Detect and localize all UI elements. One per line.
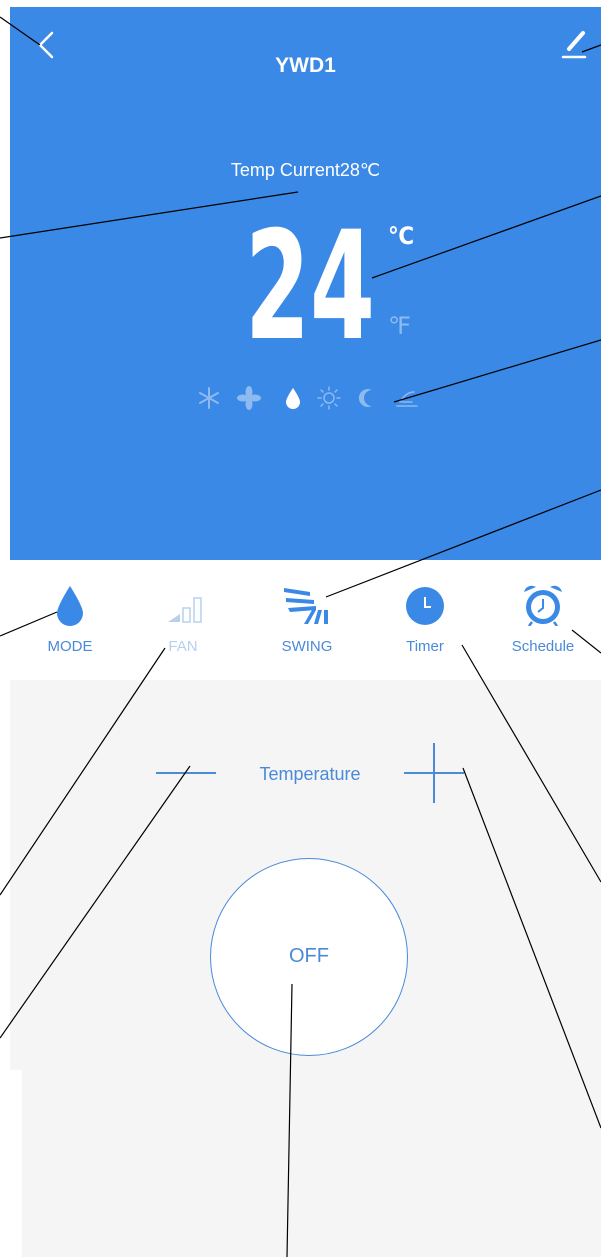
signal-bars-icon: [168, 597, 202, 623]
pencil-icon: [561, 31, 587, 59]
clock-icon: [406, 587, 444, 625]
minus-icon: [156, 772, 216, 774]
swing-icon: [284, 588, 328, 624]
fan-button[interactable]: FAN: [128, 578, 238, 668]
unit-celsius[interactable]: ℃: [388, 222, 414, 250]
edit-button[interactable]: [555, 27, 595, 67]
fan-icon: [237, 386, 261, 410]
droplet-icon: [286, 388, 300, 409]
timer-label: Timer: [406, 638, 444, 655]
eco-icon: [396, 391, 418, 407]
set-temperature-display: 24: [245, 210, 375, 345]
plus-icon: [404, 743, 464, 803]
alarm-clock-icon: [524, 585, 562, 626]
set-temperature-value: 24: [245, 210, 375, 345]
unit-fahrenheit[interactable]: ℉: [388, 312, 411, 340]
mode-label: MODE: [47, 638, 93, 655]
power-button[interactable]: OFF: [210, 858, 408, 1056]
schedule-label: Schedule: [511, 638, 575, 655]
mode-button[interactable]: MODE: [15, 578, 125, 668]
snowflake-icon: [199, 387, 219, 409]
temperature-plus-button[interactable]: [400, 743, 470, 813]
fan-label: FAN: [168, 638, 198, 655]
control-panel-bottom: [22, 1070, 601, 1257]
current-temperature: Temp Current28℃: [230, 160, 381, 180]
timer-button[interactable]: Timer: [370, 578, 480, 668]
schedule-button[interactable]: Schedule: [488, 578, 598, 668]
mode-indicators: [196, 384, 426, 412]
swing-button[interactable]: SWING: [252, 578, 362, 668]
sun-icon: [317, 386, 341, 410]
temperature-label: Temperature: [259, 764, 361, 784]
power-label: OFF: [289, 945, 329, 967]
page-title: YWD1: [275, 54, 336, 77]
temperature-minus-button[interactable]: [150, 750, 220, 800]
droplet-icon: [57, 586, 83, 626]
moon-icon: [358, 389, 372, 407]
swing-label: SWING: [281, 638, 333, 655]
